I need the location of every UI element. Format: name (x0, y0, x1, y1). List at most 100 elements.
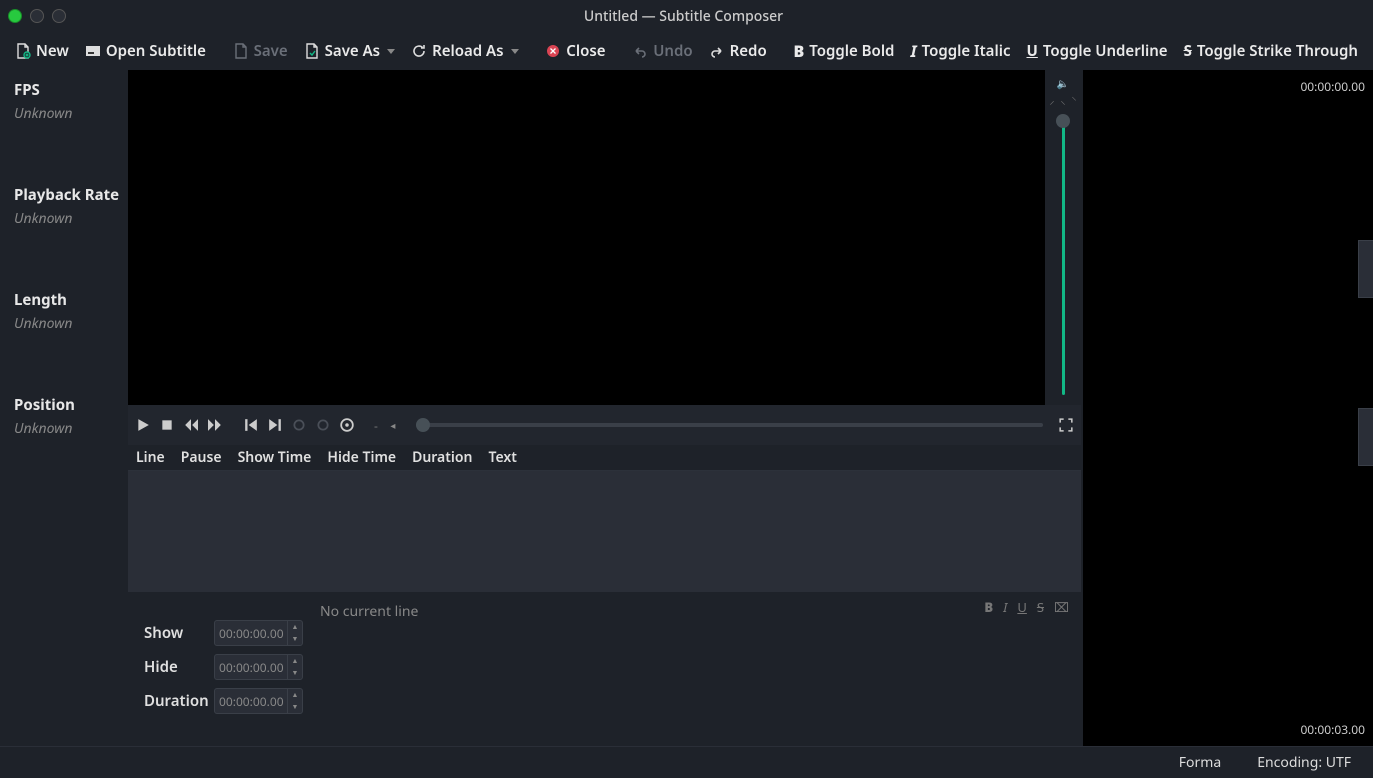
toggle-bold-button[interactable]: B Toggle Bold (786, 36, 901, 66)
redo-label: Redo (730, 41, 767, 61)
fmt-bold-icon[interactable]: B (984, 598, 993, 616)
toggle-underline-button[interactable]: U Toggle Underline (1019, 37, 1174, 65)
save-button[interactable]: Save (226, 37, 295, 65)
close-button[interactable]: Close (538, 37, 612, 65)
hide-time-label: Hide (144, 657, 208, 677)
status-format[interactable]: Forma (1171, 751, 1229, 774)
seek-slider[interactable] (416, 423, 1043, 427)
chevron-down-icon (511, 49, 519, 54)
strike-label: Toggle Strike Through (1197, 41, 1358, 61)
side-tab-2[interactable] (1358, 408, 1373, 466)
fmt-underline-icon[interactable]: U (1017, 598, 1027, 616)
redo-icon (709, 43, 725, 59)
new-label: New (36, 41, 69, 61)
spin-up-icon[interactable]: ▲ (288, 621, 302, 633)
col-line[interactable]: Line (132, 446, 169, 469)
fullscreen-button[interactable] (1057, 416, 1075, 434)
redo-button[interactable]: Redo (702, 37, 774, 65)
info-sidebar: FPS Unknown Playback Rate Unknown Length… (0, 70, 128, 746)
fmt-italic-icon[interactable]: I (1003, 598, 1007, 616)
waveform-start-timecode: 00:00:00.00 (1300, 78, 1365, 95)
undo-icon (632, 43, 648, 59)
show-time-label: Show (144, 623, 208, 643)
undo-button[interactable]: Undo (625, 37, 699, 65)
balance-left-icon[interactable]: ⸝ (1050, 93, 1055, 107)
spin-up-icon[interactable]: ▲ (288, 655, 302, 667)
duration-input[interactable]: ▲▼ (214, 688, 303, 714)
window-title: Untitled — Subtitle Composer (66, 7, 1301, 26)
col-pause[interactable]: Pause (177, 446, 226, 469)
playback-rate-value: Unknown (14, 209, 124, 228)
chevron-down-icon (387, 49, 395, 54)
next-button[interactable] (266, 416, 284, 434)
reload-label: Reload As (432, 41, 503, 61)
spin-down-icon[interactable]: ▼ (288, 633, 302, 645)
save-label: Save (254, 41, 288, 61)
underline-icon: U (1026, 41, 1037, 61)
volume-slider[interactable] (1062, 118, 1065, 395)
volume-handle[interactable] (1056, 114, 1070, 128)
new-file-icon (15, 43, 31, 59)
window-minimize-button[interactable] (30, 9, 44, 23)
speaker-icon[interactable]: ◂ (384, 416, 402, 434)
col-duration[interactable]: Duration (408, 446, 476, 469)
mark-in-button[interactable] (290, 416, 308, 434)
subtitle-table-body[interactable] (128, 471, 1081, 592)
prev-button[interactable] (242, 416, 260, 434)
save-as-label: Save As (325, 41, 380, 61)
close-icon (545, 43, 561, 59)
open-subtitle-button[interactable]: Open Subtitle (78, 37, 213, 65)
bold-label: Toggle Bold (809, 41, 894, 61)
side-tab-1[interactable] (1358, 240, 1373, 298)
spin-up-icon[interactable]: ▲ (288, 689, 302, 701)
waveform-panel[interactable]: 00:00:00.00 00:00:03.00 (1083, 70, 1373, 746)
subtitle-file-icon (85, 43, 101, 59)
stop-button[interactable] (158, 416, 176, 434)
forward-button[interactable] (206, 416, 224, 434)
subtitle-text-editor[interactable]: No current line B I U S ⌧ (318, 592, 1081, 746)
mark-out-button[interactable] (314, 416, 332, 434)
col-hide[interactable]: Hide Time (323, 446, 400, 469)
volume-icon[interactable]: 🔈 (1057, 76, 1069, 90)
window-maximize-button[interactable] (52, 9, 66, 23)
show-time-input[interactable]: ▲▼ (214, 620, 303, 646)
spin-down-icon[interactable]: ▼ (288, 667, 302, 679)
reload-icon (411, 43, 427, 59)
seek-handle[interactable] (416, 418, 430, 432)
reload-as-button[interactable]: Reload As (404, 37, 525, 65)
fmt-strike-icon[interactable]: S (1037, 598, 1044, 616)
italic-label: Toggle Italic (922, 41, 1011, 61)
position-value: Unknown (14, 419, 124, 438)
hide-time-field[interactable] (215, 659, 287, 676)
play-button[interactable] (134, 416, 152, 434)
position-label: Position (14, 395, 124, 415)
status-bar: Forma Encoding: UTF (0, 746, 1373, 778)
save-as-button[interactable]: Save As (297, 37, 402, 65)
no-current-line-text: No current line (318, 596, 1081, 621)
main-toolbar: New Open Subtitle Save Save As Reload As… (0, 32, 1373, 70)
spin-down-icon[interactable]: ▼ (288, 701, 302, 713)
length-value: Unknown (14, 314, 124, 333)
undo-label: Undo (653, 41, 692, 61)
fps-value: Unknown (14, 104, 124, 123)
col-text[interactable]: Text (484, 446, 520, 469)
balance-reset-icon[interactable]: ⸌ (1072, 93, 1077, 107)
video-viewport[interactable] (128, 70, 1045, 405)
window-close-button[interactable] (8, 9, 22, 23)
length-label: Length (14, 290, 124, 310)
toggle-strike-button[interactable]: S Toggle Strike Through (1177, 37, 1365, 65)
loop-button[interactable] (338, 416, 356, 434)
fps-label: FPS (14, 80, 124, 100)
rewind-button[interactable] (182, 416, 200, 434)
hide-time-input[interactable]: ▲▼ (214, 654, 303, 680)
show-time-field[interactable] (215, 625, 287, 642)
underline-label: Toggle Underline (1043, 41, 1168, 61)
col-show[interactable]: Show Time (234, 446, 316, 469)
toggle-italic-button[interactable]: I Toggle Italic (903, 36, 1017, 66)
duration-field[interactable] (215, 693, 287, 710)
fmt-clear-icon[interactable]: ⌧ (1054, 598, 1069, 616)
balance-right-icon[interactable]: ⸜ (1061, 93, 1066, 107)
new-button[interactable]: New (8, 37, 76, 65)
waveform-end-timecode: 00:00:03.00 (1300, 721, 1365, 738)
status-encoding[interactable]: Encoding: UTF (1249, 751, 1359, 774)
